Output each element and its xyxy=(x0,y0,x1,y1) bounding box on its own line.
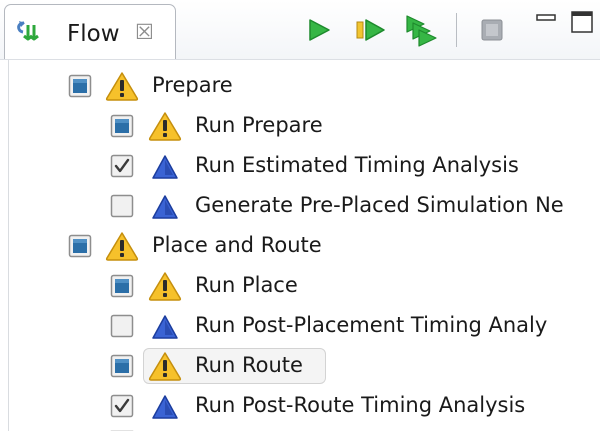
tree-item-label: Run Post-Route Timing Analysis xyxy=(195,393,526,417)
close-icon[interactable]: ☒ xyxy=(135,20,154,44)
warning-icon xyxy=(148,351,182,385)
checkbox-partial[interactable] xyxy=(68,234,92,262)
tree-item[interactable]: Generate Pre-Placed Simulation Ne xyxy=(0,186,600,226)
tree-item[interactable]: Run Estimated Timing Analysis xyxy=(0,146,600,186)
tree-item-label: Run Route xyxy=(195,353,303,377)
info-triangle-icon xyxy=(148,391,182,425)
info-triangle-icon xyxy=(148,191,182,225)
tree-item[interactable]: Run Place xyxy=(0,266,600,306)
checkbox-checked[interactable] xyxy=(110,154,134,182)
step-forward-icon[interactable] xyxy=(355,17,387,47)
warning-icon xyxy=(105,231,139,265)
stop-icon[interactable] xyxy=(479,17,505,47)
toolbar-separator xyxy=(456,13,457,47)
maximize-icon[interactable] xyxy=(570,10,596,40)
tree-item[interactable]: Run Prepare xyxy=(0,106,600,146)
tree-item-label: Prepare xyxy=(152,73,233,97)
checkbox-partial[interactable] xyxy=(110,354,134,382)
checkbox-partial[interactable] xyxy=(68,74,92,102)
tree-item-label: Generate Pre-Placed Simulation Ne xyxy=(195,193,564,217)
checkbox-partial-offscreen xyxy=(110,423,134,431)
warning-icon xyxy=(148,271,182,305)
warning-icon xyxy=(105,71,139,105)
tree-item[interactable]: Run Post-Route Timing Analysis xyxy=(0,386,600,426)
minimize-icon[interactable] xyxy=(536,10,556,29)
view-header: Flow ☒ xyxy=(0,0,600,60)
flow-tab[interactable]: Flow ☒ xyxy=(4,4,176,60)
play-icon[interactable] xyxy=(306,17,332,47)
tree-item-label: Run Estimated Timing Analysis xyxy=(195,153,519,177)
tree-item-label: Run Place xyxy=(195,273,298,297)
checkbox-unchecked[interactable] xyxy=(110,194,134,222)
flow-arrows-icon xyxy=(14,17,60,51)
tree-item[interactable]: Run Post-Placement Timing Analy xyxy=(0,306,600,346)
checkbox-partial[interactable] xyxy=(110,114,134,142)
flow-view: Flow ☒ Prepare Run Prepare Run Estimated… xyxy=(0,0,600,431)
tree-item-label: Run Prepare xyxy=(195,113,323,137)
tree-item[interactable]: Place and Route xyxy=(0,226,600,266)
checkbox-unchecked[interactable] xyxy=(110,314,134,342)
info-triangle-icon xyxy=(148,311,182,345)
warning-icon xyxy=(148,111,182,145)
tree-item[interactable]: Run Route xyxy=(0,346,600,386)
view-title: Flow xyxy=(67,21,120,47)
flow-tree: Prepare Run Prepare Run Estimated Timing A… xyxy=(0,60,600,431)
tree-item-label: Place and Route xyxy=(152,233,322,257)
fast-forward-icon[interactable] xyxy=(404,14,438,52)
info-triangle-icon xyxy=(148,151,182,185)
tree-item-label: Run Post-Placement Timing Analy xyxy=(195,313,548,337)
checkbox-checked[interactable] xyxy=(110,394,134,422)
tree-item[interactable]: Prepare xyxy=(0,66,600,106)
checkbox-partial[interactable] xyxy=(110,274,134,302)
